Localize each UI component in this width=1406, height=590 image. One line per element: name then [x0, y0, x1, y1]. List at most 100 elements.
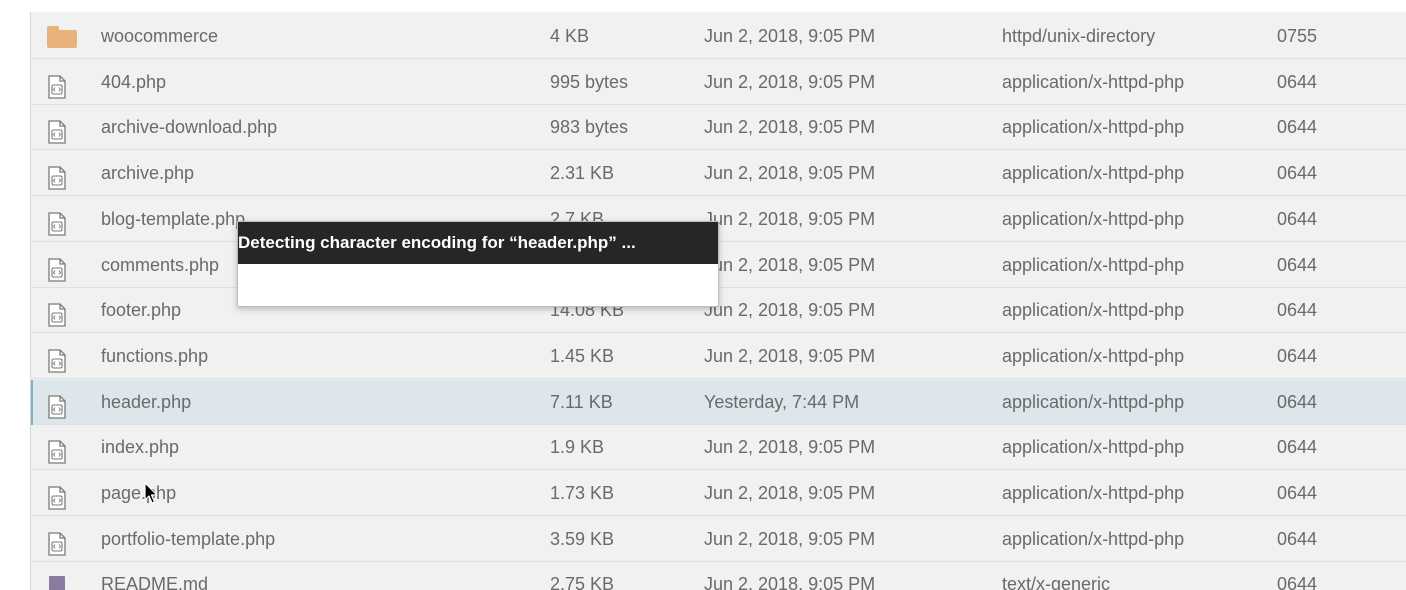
file-size: 4 KB [550, 26, 590, 46]
php-file-icon [47, 162, 69, 190]
file-name: footer.php [101, 300, 182, 321]
file-size: 3.59 KB [550, 528, 615, 549]
file-permissions: 0644 [1277, 300, 1318, 321]
file-icon-cell [47, 517, 71, 562]
file-icon-cell [47, 243, 71, 288]
file-modified-date: Jun 2, 2018, 9:05 PM [704, 437, 876, 458]
file-mime-type: application/x-httpd-php [1002, 528, 1185, 549]
file-size: 7.11 KB [550, 391, 613, 412]
file-row[interactable]: index.php 1.9 KB Jun 2, 2018, 9:05 PM appli… [31, 425, 1406, 471]
file-permissions: 0644 [1277, 437, 1318, 458]
file-mime-type: application/x-httpd-php [1002, 71, 1185, 92]
file-mime-type: application/x-httpd-php [1002, 163, 1185, 184]
php-file-icon [47, 528, 69, 556]
file-size: 2.31 KB [550, 163, 615, 184]
file-row[interactable]: portfolio-template.php 3.59 KB Jun 2, 2018… [31, 517, 1406, 562]
file-icon-cell [47, 380, 71, 425]
text-file-icon [47, 576, 69, 590]
file-mime-type: text/x-generic [1002, 574, 1111, 590]
file-modified-date: Jun 2, 2018, 9:05 PM [704, 71, 876, 92]
file-icon-cell [47, 60, 71, 105]
file-size: 2.75 KB [550, 574, 615, 590]
file-icon-cell [47, 14, 77, 59]
file-name: blog-template.php [101, 208, 246, 229]
file-size: 1.9 KB [550, 437, 605, 458]
file-mime-type: application/x-httpd-php [1002, 391, 1185, 412]
file-name: index.php [101, 437, 180, 458]
file-mime-type: application/x-httpd-php [1002, 117, 1185, 138]
file-modified-date: Jun 2, 2018, 9:05 PM [704, 528, 876, 549]
file-name: comments.php [101, 254, 220, 275]
file-permissions: 0644 [1277, 163, 1318, 184]
file-icon-cell [47, 151, 71, 196]
file-row[interactable]: header.php 7.11 KB Yesterday, 7:44 PM appli… [31, 379, 1406, 425]
php-file-icon [47, 345, 69, 373]
file-modified-date: Jun 2, 2018, 9:05 PM [704, 574, 876, 590]
file-permissions: 0644 [1277, 208, 1318, 229]
file-modified-date: Jun 2, 2018, 9:05 PM [704, 26, 876, 46]
file-icon-cell [47, 562, 71, 590]
file-permissions: 0644 [1277, 117, 1318, 138]
file-row[interactable]: woocommerce 4 KB Jun 2, 2018, 9:05 PM httpd… [31, 14, 1406, 59]
file-name: archive.php [101, 163, 195, 184]
dialog-title: Detecting character encoding for “header… [238, 222, 718, 264]
file-modified-date: Jun 2, 2018, 9:05 PM [704, 300, 876, 321]
file-mime-type: application/x-httpd-php [1002, 208, 1185, 229]
file-icon-cell [47, 105, 71, 150]
file-row[interactable]: archive.php 2.31 KB Jun 2, 2018, 9:05 PM ap… [31, 151, 1406, 197]
file-modified-date: Jun 2, 2018, 9:05 PM [704, 208, 876, 229]
php-file-icon [47, 254, 69, 282]
file-mime-type: application/x-httpd-php [1002, 300, 1185, 321]
php-file-icon [47, 482, 69, 510]
encoding-detection-dialog: Detecting character encoding for “header… [237, 221, 719, 307]
file-icon-cell [47, 288, 71, 333]
file-permissions: 0644 [1277, 71, 1318, 92]
file-name: woocommerce [101, 26, 219, 46]
file-modified-date: Jun 2, 2018, 9:05 PM [704, 117, 876, 138]
file-permissions: 0644 [1277, 254, 1318, 275]
php-file-icon [47, 436, 69, 464]
php-file-icon [47, 299, 69, 327]
php-file-icon [47, 208, 69, 236]
file-permissions: 0644 [1277, 574, 1318, 590]
file-icon-cell [47, 471, 71, 516]
php-file-icon [47, 116, 69, 145]
file-name: functions.php [101, 345, 209, 366]
file-name: portfolio-template.php [101, 528, 276, 549]
file-name: README.md [101, 574, 209, 590]
file-icon-cell [47, 425, 71, 470]
file-mime-type: application/x-httpd-php [1002, 437, 1185, 458]
file-name: archive-download.php [101, 117, 278, 138]
folder-icon [47, 26, 77, 50]
file-permissions: 0644 [1277, 391, 1318, 412]
file-size: 983 bytes [550, 117, 629, 138]
file-row[interactable]: archive-download.php 983 bytes Jun 2, 2018… [31, 105, 1406, 151]
file-modified-date: Jun 2, 2018, 9:05 PM [704, 483, 876, 503]
php-file-icon [47, 71, 69, 99]
file-row[interactable]: README.md 2.75 KB Jun 2, 2018, 9:05 PM text… [31, 562, 1406, 590]
file-permissions: 0644 [1277, 483, 1318, 503]
file-permissions: 0644 [1277, 528, 1318, 549]
file-modified-date: Jun 2, 2018, 9:05 PM [704, 163, 876, 184]
file-modified-date: Yesterday, 7:44 PM [704, 391, 860, 412]
php-file-icon [47, 391, 69, 419]
file-mime-type: httpd/unix-directory [1002, 26, 1156, 46]
file-permissions: 0755 [1277, 26, 1318, 46]
file-manager-window: woocommerce 4 KB Jun 2, 2018, 9:05 PM httpd… [0, 0, 1406, 590]
file-modified-date: Jun 2, 2018, 9:05 PM [704, 345, 876, 366]
file-mime-type: application/x-httpd-php [1002, 345, 1185, 366]
mouse-cursor-icon [144, 482, 158, 504]
file-row[interactable]: 404.php 995 bytes Jun 2, 2018, 9:05 PM appl… [31, 60, 1406, 105]
file-size: 1.73 KB [550, 483, 615, 503]
file-row[interactable]: page.php 1.73 KB Jun 2, 2018, 9:05 PM appli… [31, 471, 1406, 516]
file-icon-cell [47, 334, 71, 379]
file-mime-type: application/x-httpd-php [1002, 254, 1185, 275]
file-name: header.php [101, 391, 192, 412]
file-row[interactable]: functions.php 1.45 KB Jun 2, 2018, 9:05 PM… [31, 334, 1406, 379]
file-mime-type: application/x-httpd-php [1002, 483, 1185, 503]
dialog-body [238, 264, 718, 306]
file-permissions: 0644 [1277, 345, 1318, 366]
file-modified-date: Jun 2, 2018, 9:05 PM [704, 254, 876, 275]
file-name: page.php [101, 483, 177, 503]
file-size: 995 bytes [550, 71, 629, 92]
